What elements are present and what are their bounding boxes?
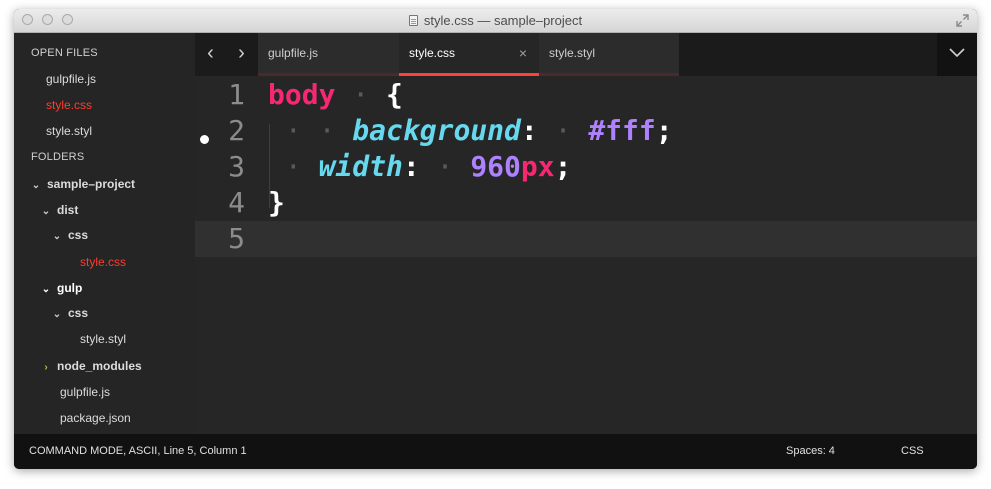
folder-dist[interactable]: ⌄ dist — [41, 200, 79, 220]
whitespace-marker: · — [537, 114, 589, 147]
semicolon: ; — [554, 150, 572, 183]
forward-button[interactable]: › — [226, 33, 257, 76]
chevron-left-icon: ‹ — [207, 42, 214, 64]
whitespace-marker: · · — [268, 114, 353, 147]
line-number: 5 — [228, 222, 245, 255]
chevron-down-icon: ⌄ — [52, 309, 62, 320]
line-number: 1 — [228, 78, 245, 111]
css-property: width — [318, 150, 403, 183]
code-line-4: } — [268, 185, 285, 221]
folder-label: gulp — [57, 281, 83, 295]
folder-label: node_modules — [57, 359, 142, 373]
tab-gulpfile-js[interactable]: gulpfile.js — [258, 33, 399, 76]
css-selector: body — [268, 78, 336, 111]
folder-gulp[interactable]: ⌄ gulp — [41, 278, 83, 298]
document-icon — [408, 15, 418, 26]
open-file-style-css[interactable]: style.css — [46, 95, 92, 115]
folder-label: css — [68, 306, 89, 320]
folders-heading: FOLDERS — [31, 151, 85, 163]
open-files-heading: OPEN FILES — [31, 47, 98, 59]
file-gulpfile-js[interactable]: gulpfile.js — [60, 382, 110, 402]
tab-style-styl[interactable]: style.styl — [539, 33, 679, 76]
fullscreen-icon[interactable] — [956, 14, 969, 27]
tab-style-css[interactable]: style.css × — [399, 33, 539, 76]
folder-label: sample–project — [47, 177, 136, 191]
css-property: background — [352, 114, 521, 147]
indentation-status[interactable]: Spaces: 4 — [786, 434, 835, 469]
whitespace-marker: · — [419, 150, 471, 183]
line-number: 4 — [228, 186, 245, 219]
whitespace-marker: · — [268, 150, 319, 183]
colon: : — [520, 114, 538, 147]
tab-bar: ‹ › gulpfile.js style.css × style.styl — [195, 33, 977, 76]
editor-window: style.css — sample–project OPEN FILES gu… — [14, 9, 977, 469]
file-gulp-style-styl[interactable]: style.styl — [80, 329, 126, 349]
chevron-down-icon: ⌄ — [41, 206, 51, 217]
title-bar: style.css — sample–project — [14, 9, 977, 33]
current-line-highlight — [195, 221, 977, 257]
folder-gulp-css[interactable]: ⌄ css — [52, 303, 88, 323]
modified-line-marker — [200, 135, 209, 144]
code-line-1: body · { — [268, 77, 403, 113]
file-package-json[interactable]: package.json — [60, 408, 131, 428]
tab-label: gulpfile.js — [268, 46, 319, 60]
chevron-down-icon — [949, 48, 965, 57]
semicolon: ; — [655, 114, 673, 147]
tab-dropdown-button[interactable] — [937, 33, 977, 76]
css-number: 960 — [470, 150, 521, 183]
folder-dist-css[interactable]: ⌄ css — [52, 225, 88, 245]
chevron-right-icon: › — [238, 42, 245, 64]
line-number: 3 — [228, 150, 245, 183]
tab-label: style.css — [409, 46, 456, 60]
folder-sample-project[interactable]: ⌄ sample–project — [31, 174, 135, 194]
chevron-down-icon: ⌄ — [31, 180, 41, 191]
close-icon[interactable]: × — [519, 33, 527, 73]
whitespace-marker: · — [335, 78, 387, 111]
chevron-down-icon: ⌄ — [41, 284, 51, 295]
code-editor[interactable]: 1 2 3 4 5 body · { · · background: · #ff… — [195, 76, 977, 434]
sidebar: OPEN FILES gulpfile.js style.css style.s… — [14, 33, 195, 433]
chevron-right-icon: › — [44, 362, 48, 373]
file-dist-style-css[interactable]: style.css — [80, 252, 126, 272]
back-button[interactable]: ‹ — [195, 33, 226, 76]
code-line-2: · · background: · #fff; — [268, 113, 673, 149]
syntax-status[interactable]: CSS — [901, 434, 924, 469]
folder-node-modules[interactable]: › node_modules — [41, 356, 142, 376]
open-brace: { — [386, 78, 403, 111]
window-title: style.css — sample–project — [423, 13, 583, 28]
css-unit: px — [520, 150, 555, 183]
css-value: #fff — [588, 114, 656, 147]
colon: : — [402, 150, 420, 183]
folder-label: css — [68, 228, 89, 242]
status-mode-position: COMMAND MODE, ASCII, Line 5, Column 1 — [29, 445, 247, 457]
tab-label: style.styl — [549, 46, 596, 60]
open-file-gulpfile-js[interactable]: gulpfile.js — [46, 69, 96, 89]
window-title-group: style.css — sample–project — [14, 13, 977, 28]
open-file-style-styl[interactable]: style.styl — [46, 121, 92, 141]
folder-label: dist — [57, 203, 79, 217]
status-bar: COMMAND MODE, ASCII, Line 5, Column 1 Sp… — [14, 434, 977, 469]
chevron-down-icon: ⌄ — [52, 231, 62, 242]
close-brace: } — [268, 186, 285, 219]
code-line-3: · width: · 960px; — [268, 149, 572, 185]
